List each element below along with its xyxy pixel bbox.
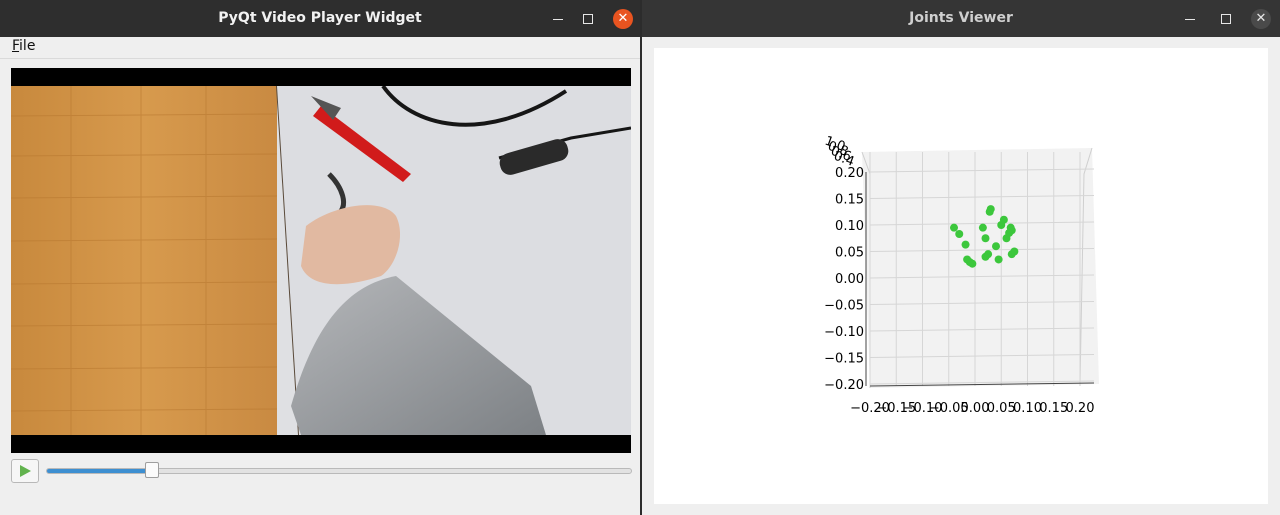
- joint-point: [981, 234, 990, 243]
- playback-controls: [11, 459, 632, 483]
- pane-background: [862, 148, 1099, 388]
- x-tick-label: 0.20: [1066, 401, 1095, 416]
- close-button[interactable]: ✕: [1251, 9, 1271, 29]
- play-button[interactable]: [11, 459, 39, 483]
- joints-viewer-window: Joints Viewer ✕ 0.20 0.15 0.10 0.05 0.00 −0.0…: [642, 0, 1280, 515]
- menubar: File: [0, 37, 640, 59]
- x-tick-label: 0.10: [1013, 401, 1042, 416]
- video-display[interactable]: [11, 68, 631, 453]
- seek-slider[interactable]: [46, 468, 632, 474]
- joint-point: [968, 259, 977, 268]
- y-tick-label: 0.15: [835, 193, 864, 208]
- maximize-button[interactable]: [578, 9, 598, 29]
- menu-file[interactable]: File: [12, 38, 35, 54]
- minimize-icon: [553, 19, 563, 20]
- joint-point: [994, 255, 1003, 264]
- video-frame: [11, 86, 631, 435]
- maximize-button[interactable]: [1216, 9, 1236, 29]
- x-tick-labels: −0.20−0.15−0.10−0.050.000.050.100.150.20: [850, 401, 1094, 416]
- x-tick-label: 0.15: [1039, 401, 1068, 416]
- joint-point: [978, 223, 987, 232]
- minimize-icon: [1185, 19, 1195, 20]
- joint-point: [1007, 226, 1016, 235]
- plot-canvas[interactable]: 0.20 0.15 0.10 0.05 0.00 −0.05 −0.10 −0.15 −0.20…: [654, 48, 1268, 504]
- y-tick-label: 0.05: [835, 246, 864, 261]
- close-icon: ✕: [617, 11, 629, 26]
- x-tick-label: 0.00: [961, 401, 990, 416]
- joint-point: [999, 215, 1008, 224]
- seek-slider-handle[interactable]: [145, 462, 160, 478]
- joint-point: [961, 240, 970, 249]
- close-button[interactable]: ✕: [613, 9, 633, 29]
- video-frame-image: [11, 86, 631, 435]
- y-tick-label: −0.15: [824, 352, 864, 367]
- window-title: PyQt Video Player Widget: [218, 10, 422, 26]
- joint-point: [992, 242, 1000, 251]
- maximize-icon: [583, 14, 593, 24]
- x-tick-label: 0.05: [987, 401, 1016, 416]
- joint-point: [981, 252, 990, 261]
- video-player-window: PyQt Video Player Widget ✕ File: [0, 0, 640, 515]
- y-tick-label: −0.10: [824, 325, 864, 340]
- y-tick-label: 0.00: [835, 272, 864, 287]
- joints-viewer-titlebar[interactable]: Joints Viewer ✕: [642, 0, 1280, 37]
- y-tick-labels: 0.200.150.100.050.00−0.05−0.10−0.15−0.20: [824, 166, 864, 393]
- y-tick-label: −0.05: [824, 299, 864, 314]
- seek-slider-progress: [47, 469, 153, 473]
- video-player-titlebar[interactable]: PyQt Video Player Widget ✕: [0, 0, 640, 37]
- play-icon: [20, 465, 31, 477]
- maximize-icon: [1221, 14, 1231, 24]
- minimize-button[interactable]: [548, 9, 568, 29]
- menu-file-mnemonic: F: [12, 38, 20, 54]
- joints-3d-scatter: 0.200.150.100.050.00−0.05−0.10−0.15−0.20…: [823, 134, 1099, 416]
- z-tick-labels: 1.00.80.60.4: [823, 134, 857, 170]
- y-tick-label: 0.10: [835, 219, 864, 234]
- minimize-button[interactable]: [1180, 9, 1200, 29]
- joint-point: [1010, 247, 1019, 256]
- joint-point: [986, 205, 995, 214]
- menu-file-rest: ile: [19, 38, 36, 54]
- close-icon: ✕: [1255, 11, 1267, 26]
- plot-grid: [861, 147, 1099, 388]
- y-tick-label: −0.20: [824, 378, 864, 393]
- joint-point: [950, 223, 958, 232]
- joint-point: [955, 230, 964, 239]
